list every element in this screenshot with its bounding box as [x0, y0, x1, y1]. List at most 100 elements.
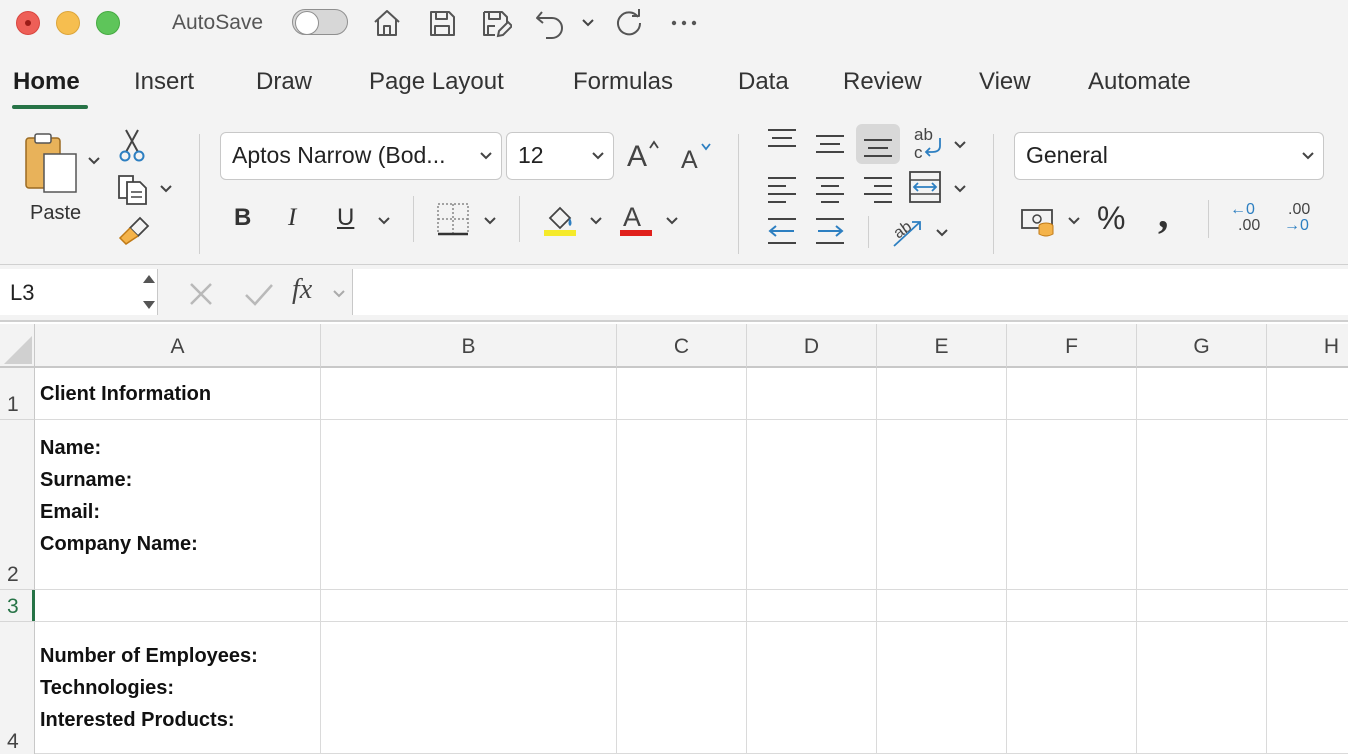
align-center-icon[interactable]: [814, 172, 846, 204]
tab-data[interactable]: Data: [738, 68, 789, 96]
autosave-toggle[interactable]: [292, 9, 348, 35]
active-tab-indicator: [12, 105, 88, 109]
fill-color-icon[interactable]: [542, 202, 578, 238]
undo-dropdown-icon[interactable]: [581, 16, 595, 30]
row-header-4[interactable]: 4: [0, 622, 35, 754]
undo-icon[interactable]: [533, 6, 567, 40]
italic-button[interactable]: I: [288, 204, 296, 232]
save-icon[interactable]: [425, 6, 459, 40]
column-header-b[interactable]: B: [321, 324, 617, 368]
separator: [738, 134, 739, 254]
paste-dropdown-icon[interactable]: [87, 154, 101, 168]
align-left-icon[interactable]: [766, 172, 798, 204]
align-middle-icon[interactable]: [814, 128, 846, 160]
accounting-dropdown-icon[interactable]: [1067, 214, 1081, 228]
font-color-dropdown-icon[interactable]: [665, 214, 679, 228]
tab-automate[interactable]: Automate: [1088, 68, 1191, 96]
copy-icon[interactable]: [116, 172, 150, 206]
orientation-dropdown-icon[interactable]: [935, 226, 949, 240]
column-header-g[interactable]: G: [1137, 324, 1267, 368]
cell-a2[interactable]: Name: Surname: Email: Company Name:: [40, 432, 198, 560]
merge-center-icon[interactable]: [908, 170, 942, 204]
tab-draw[interactable]: Draw: [256, 68, 312, 96]
decrease-indent-icon[interactable]: [766, 216, 798, 246]
font-color-icon[interactable]: A: [619, 202, 655, 238]
row-header-3[interactable]: 3: [0, 590, 35, 622]
column-header-a[interactable]: A: [35, 324, 321, 368]
underline-dropdown-icon[interactable]: [377, 214, 391, 228]
more-options-icon[interactable]: [667, 6, 701, 40]
font-size-value: 12: [518, 142, 544, 168]
save-as-icon[interactable]: [478, 6, 514, 40]
comma-style-button[interactable]: ,: [1158, 190, 1169, 238]
cell-a4[interactable]: Number of Employees: Technologies: Inter…: [40, 640, 258, 736]
name-box-stepper-icon[interactable]: [140, 269, 158, 315]
increase-font-size-icon[interactable]: A: [626, 136, 662, 173]
number-format-dropdown[interactable]: General: [1014, 132, 1324, 180]
accounting-format-icon[interactable]: [1020, 206, 1058, 238]
merge-dropdown-icon[interactable]: [953, 182, 967, 196]
column-divider: [320, 368, 321, 754]
cell-a4-line: Technologies:: [40, 677, 175, 699]
bold-button[interactable]: B: [234, 204, 251, 232]
fx-dropdown-icon[interactable]: [332, 287, 346, 301]
align-top-icon[interactable]: [766, 126, 798, 158]
name-box[interactable]: L3: [0, 269, 158, 315]
borders-icon[interactable]: [436, 202, 470, 236]
column-header-h[interactable]: H: [1267, 324, 1348, 368]
tab-review[interactable]: Review: [843, 68, 922, 96]
wrap-text-icon[interactable]: ab c: [912, 125, 946, 162]
tab-formulas[interactable]: Formulas: [573, 68, 673, 96]
copy-dropdown-icon[interactable]: [159, 182, 173, 196]
tab-view[interactable]: View: [979, 68, 1031, 96]
font-name-dropdown[interactable]: Aptos Narrow (Bod...: [220, 132, 502, 180]
column-header-c[interactable]: C: [617, 324, 747, 368]
column-header-f[interactable]: F: [1007, 324, 1137, 368]
format-painter-icon[interactable]: [116, 216, 150, 246]
row-divider: [35, 589, 1348, 590]
column-header-d[interactable]: D: [747, 324, 877, 368]
home-icon[interactable]: [370, 6, 404, 40]
tab-insert[interactable]: Insert: [134, 68, 194, 96]
paste-label[interactable]: Paste: [30, 202, 81, 225]
svg-text:A: A: [627, 140, 647, 172]
orientation-icon[interactable]: ab: [890, 214, 926, 248]
tab-home[interactable]: Home: [13, 68, 80, 96]
insert-function-button[interactable]: fx: [292, 274, 312, 306]
decrease-decimal-button[interactable]: .00 →0: [1284, 202, 1324, 238]
paste-icon[interactable]: [22, 132, 82, 194]
ribbon-home: Paste Aptos Narrow (Bod... 12 A A B I U: [0, 118, 1348, 264]
font-size-dropdown[interactable]: 12: [506, 132, 614, 180]
cancel-entry-icon[interactable]: [188, 281, 214, 307]
close-window-button[interactable]: [16, 11, 40, 35]
wrap-text-dropdown-icon[interactable]: [953, 138, 967, 152]
minimize-window-button[interactable]: [56, 11, 80, 35]
svg-text:c: c: [914, 143, 923, 162]
underline-button[interactable]: U: [337, 204, 354, 232]
decrease-font-size-icon[interactable]: A: [680, 140, 714, 174]
column-header-e[interactable]: E: [877, 324, 1007, 368]
formula-input[interactable]: [352, 269, 1348, 315]
worksheet-grid: A B C D E F G H 1 2 3 4 Client Informati…: [0, 320, 1348, 754]
fill-color-dropdown-icon[interactable]: [589, 214, 603, 228]
align-right-icon[interactable]: [862, 172, 894, 204]
separator: [413, 196, 414, 242]
align-bottom-icon[interactable]: [856, 124, 900, 164]
tab-page-layout[interactable]: Page Layout: [369, 68, 504, 96]
chevron-down-icon: [591, 149, 605, 163]
column-divider: [746, 368, 747, 754]
increase-decimal-button[interactable]: ←0 .00: [1230, 202, 1270, 238]
cut-icon[interactable]: [118, 128, 146, 162]
row-divider: [35, 621, 1348, 622]
row-header-2[interactable]: 2: [0, 420, 35, 590]
cell-a2-line: Surname:: [40, 469, 133, 491]
borders-dropdown-icon[interactable]: [483, 214, 497, 228]
select-all-button[interactable]: [0, 324, 35, 368]
cell-a1[interactable]: Client Information: [40, 378, 211, 410]
redo-icon[interactable]: [612, 6, 646, 40]
row-header-1[interactable]: 1: [0, 368, 35, 420]
confirm-entry-icon[interactable]: [244, 281, 274, 307]
increase-indent-icon[interactable]: [814, 216, 846, 246]
zoom-window-button[interactable]: [96, 11, 120, 35]
percent-style-button[interactable]: %: [1097, 200, 1125, 237]
